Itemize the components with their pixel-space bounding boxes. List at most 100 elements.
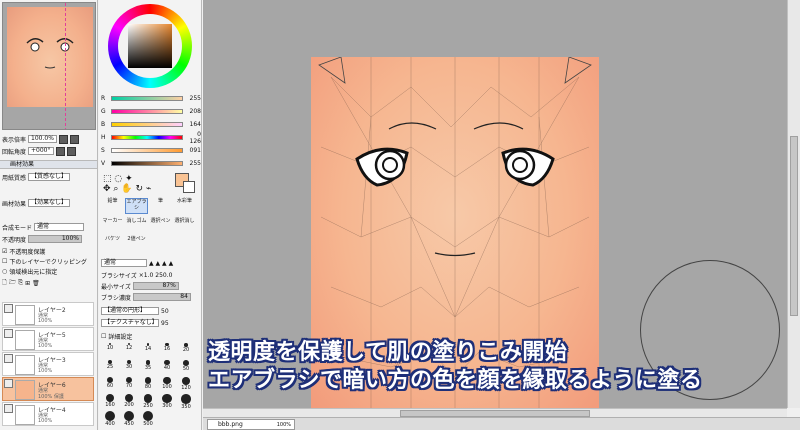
tool-bucket[interactable]: バケツ <box>101 236 124 252</box>
tool-brush[interactable]: 筆 <box>149 198 172 214</box>
move-icon[interactable]: ✥ <box>103 184 111 194</box>
brush-size-preset[interactable]: 14 <box>141 343 155 357</box>
layer-item[interactable]: レイヤー3 通常 100% <box>2 352 94 376</box>
brush-texture-select[interactable]: 【テクスチャなし】 <box>101 319 159 327</box>
lasso-icon[interactable]: ◌ <box>114 174 122 184</box>
horizontal-scroll-thumb[interactable] <box>400 410 590 417</box>
eye-icon[interactable] <box>4 354 13 363</box>
brush-size-preset[interactable]: 160 <box>103 394 117 408</box>
document-tab[interactable]: bbb.png 100% <box>207 419 295 430</box>
brush-size-preset[interactable]: 450 <box>122 411 136 427</box>
brush-size-preset[interactable]: 80 <box>141 377 155 391</box>
slider-b[interactable]: B 164 <box>101 120 201 129</box>
secondary-color-swatch[interactable] <box>183 181 195 193</box>
zoom-in-button[interactable] <box>69 134 79 144</box>
angle-field[interactable]: +000° <box>28 147 54 155</box>
brush-size-preset[interactable]: 30 <box>122 360 136 374</box>
texture-select[interactable]: 【質感なし】 <box>28 173 71 181</box>
slider-track[interactable] <box>111 122 183 127</box>
checkbox-checked-icon[interactable]: ☑ <box>2 248 7 255</box>
brush-size-preset[interactable]: 20 <box>179 343 193 357</box>
brush-size-preset[interactable]: 60 <box>103 377 117 391</box>
slider-s[interactable]: S 091 <box>101 146 201 155</box>
brush-size-preset[interactable]: 12 <box>122 343 136 357</box>
detail-row[interactable]: ☐ 詳細設定 <box>101 331 132 341</box>
brush-shape-strength[interactable]: 50 <box>161 308 169 315</box>
eyedropper-icon[interactable]: ⌁ <box>146 184 151 194</box>
zoom-icon[interactable]: ⌕ <box>113 184 118 194</box>
slider-r[interactable]: R 255 <box>101 94 201 103</box>
slider-h[interactable]: H 0 126 <box>101 131 201 145</box>
brush-mode-select[interactable]: 通常 <box>101 259 147 267</box>
radio-icon[interactable]: ○ <box>2 268 7 275</box>
marquee-icon[interactable]: ⬚ <box>103 174 112 184</box>
density-slider[interactable]: 84 <box>132 293 191 301</box>
brush-size-preset[interactable]: 120 <box>179 377 193 391</box>
new-layer-icon[interactable]: 🗋 <box>2 278 7 288</box>
navigator-preview[interactable] <box>2 2 96 130</box>
copy-layer-icon[interactable]: ⎘ <box>18 279 23 287</box>
hand-icon[interactable]: ✋ <box>121 184 132 194</box>
wand-icon[interactable]: ✦ <box>125 174 133 184</box>
delete-layer-icon[interactable]: 🗑 <box>32 280 40 287</box>
brush-size-preset[interactable]: 350 <box>179 394 193 410</box>
layer-item[interactable]: レイヤー5 通常 100% <box>2 327 94 351</box>
tool-select-eraser[interactable]: 選択消し <box>173 218 196 234</box>
paper-header[interactable]: 画材効果 <box>0 160 97 169</box>
edge-shape-icons[interactable]: ▲ ▲ ▲ ▲ <box>149 260 173 267</box>
tool-select-pen[interactable]: 選択ペン <box>149 218 172 234</box>
select-source-row[interactable]: ○ 領域検出元に指定 <box>2 266 57 276</box>
checkbox-icon[interactable]: ☐ <box>101 333 106 340</box>
tool-airbrush[interactable]: エアブラシ <box>125 198 148 214</box>
brush-size-preset[interactable]: 35 <box>141 360 155 374</box>
brush-size-preset[interactable]: 10 <box>103 343 117 357</box>
opacity-slider[interactable]: 100% <box>28 235 83 243</box>
brush-size-preset[interactable]: 300 <box>160 394 174 409</box>
brush-size-preset[interactable]: 100 <box>160 377 174 391</box>
layer-item-selected[interactable]: レイヤー6 通常 100% 保護 <box>2 377 94 401</box>
eye-icon[interactable] <box>4 404 13 413</box>
effect-select[interactable]: 【効果なし】 <box>28 199 71 207</box>
eye-icon[interactable] <box>4 379 13 388</box>
slider-g[interactable]: G 208 <box>101 107 201 116</box>
brush-size-preset[interactable]: 16 <box>160 343 174 357</box>
brush-size-multiplier[interactable]: ×1.0 <box>139 272 154 279</box>
tool-pencil[interactable]: 鉛筆 <box>101 198 124 214</box>
brush-texture-strength[interactable]: 95 <box>161 320 169 327</box>
color-wheel[interactable] <box>108 4 192 88</box>
brush-size-value[interactable]: 250.0 <box>155 272 172 279</box>
eye-icon[interactable] <box>4 329 13 338</box>
tool-eraser[interactable]: 消しゴム <box>125 218 148 234</box>
eye-icon[interactable] <box>4 304 13 313</box>
clip-row[interactable]: ☐ 下のレイヤーでクリッピング <box>2 256 87 266</box>
slider-track[interactable] <box>111 161 183 166</box>
brush-size-preset[interactable]: 200 <box>122 394 136 408</box>
slider-track[interactable] <box>111 109 183 114</box>
new-folder-icon[interactable]: 🗁 <box>9 278 16 288</box>
brush-size-preset[interactable]: 50 <box>179 360 193 374</box>
horizontal-scrollbar[interactable] <box>203 408 787 417</box>
brush-size-preset[interactable]: 25 <box>103 360 117 374</box>
vertical-scroll-thumb[interactable] <box>790 136 798 316</box>
slider-v[interactable]: V 255 <box>101 159 201 168</box>
zoom-field[interactable]: 100.0% <box>28 135 57 143</box>
checkbox-icon[interactable]: ☐ <box>2 258 7 265</box>
tool-binary-pen[interactable]: 2値ペン <box>125 236 148 252</box>
zoom-out-button[interactable] <box>58 134 68 144</box>
tool-marker[interactable]: マーカー <box>101 218 124 234</box>
brush-shape-select[interactable]: 【通常の円形】 <box>101 307 159 315</box>
layer-item[interactable]: レイヤー2 通常 100% <box>2 302 94 326</box>
tool-watercolor[interactable]: 水彩筆 <box>173 198 196 214</box>
merge-layer-icon[interactable]: ⊞ <box>25 280 30 287</box>
rotate-icon[interactable]: ↻ <box>135 184 143 194</box>
saturation-value-square[interactable] <box>128 24 172 68</box>
min-size-slider[interactable]: 87% <box>132 282 179 290</box>
rotate-left-button[interactable] <box>55 146 65 156</box>
slider-track[interactable] <box>111 135 183 140</box>
protect-row[interactable]: ☑ 不透明度保護 <box>2 246 45 256</box>
brush-size-preset[interactable]: 40 <box>160 360 174 374</box>
brush-size-preset[interactable]: 400 <box>103 411 117 427</box>
brush-size-preset[interactable]: 250 <box>141 394 155 409</box>
layer-item[interactable]: レイヤー4 通常 100% <box>2 402 94 426</box>
vertical-scrollbar[interactable] <box>787 0 800 408</box>
